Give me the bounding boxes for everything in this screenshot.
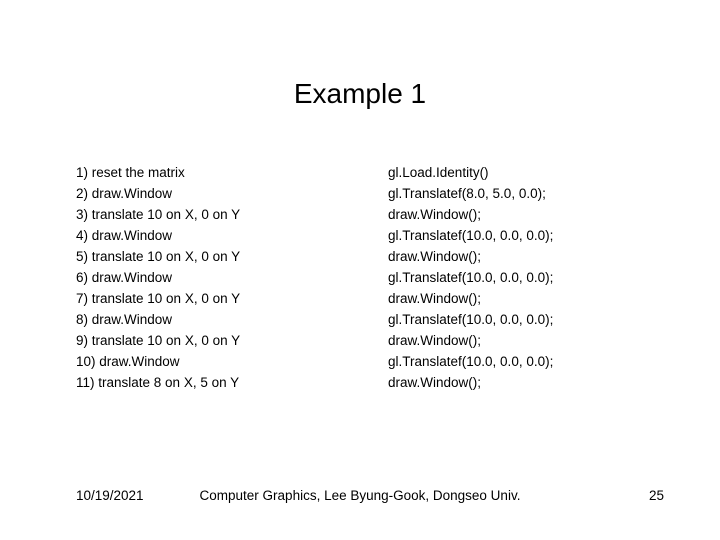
slide-body: 1) reset the matrix 2) draw.Window 3) tr… — [76, 162, 660, 393]
code-line: draw.Window(); — [388, 330, 660, 351]
footer-page-number: 25 — [649, 488, 664, 503]
right-column: gl.Load.Identity() gl.Translatef(8.0, 5.… — [388, 162, 660, 393]
code-line: gl.Translatef(10.0, 0.0, 0.0); — [388, 267, 660, 288]
slide: Example 1 1) reset the matrix 2) draw.Wi… — [0, 0, 720, 540]
step-line: 4) draw.Window — [76, 225, 388, 246]
left-column: 1) reset the matrix 2) draw.Window 3) tr… — [76, 162, 388, 393]
step-line: 11) translate 8 on X, 5 on Y — [76, 372, 388, 393]
code-line: draw.Window(); — [388, 288, 660, 309]
code-line: draw.Window(); — [388, 246, 660, 267]
step-line: 2) draw.Window — [76, 183, 388, 204]
code-line: draw.Window(); — [388, 204, 660, 225]
step-line: 5) translate 10 on X, 0 on Y — [76, 246, 388, 267]
code-line: gl.Load.Identity() — [388, 162, 660, 183]
slide-title: Example 1 — [0, 78, 720, 110]
step-line: 3) translate 10 on X, 0 on Y — [76, 204, 388, 225]
step-line: 1) reset the matrix — [76, 162, 388, 183]
footer-center: Computer Graphics, Lee Byung-Gook, Dongs… — [0, 488, 720, 503]
step-line: 8) draw.Window — [76, 309, 388, 330]
step-line: 7) translate 10 on X, 0 on Y — [76, 288, 388, 309]
code-line: gl.Translatef(10.0, 0.0, 0.0); — [388, 309, 660, 330]
code-line: gl.Translatef(10.0, 0.0, 0.0); — [388, 351, 660, 372]
step-line: 10) draw.Window — [76, 351, 388, 372]
code-line: gl.Translatef(8.0, 5.0, 0.0); — [388, 183, 660, 204]
code-line: draw.Window(); — [388, 372, 660, 393]
step-line: 6) draw.Window — [76, 267, 388, 288]
step-line: 9) translate 10 on X, 0 on Y — [76, 330, 388, 351]
code-line: gl.Translatef(10.0, 0.0, 0.0); — [388, 225, 660, 246]
